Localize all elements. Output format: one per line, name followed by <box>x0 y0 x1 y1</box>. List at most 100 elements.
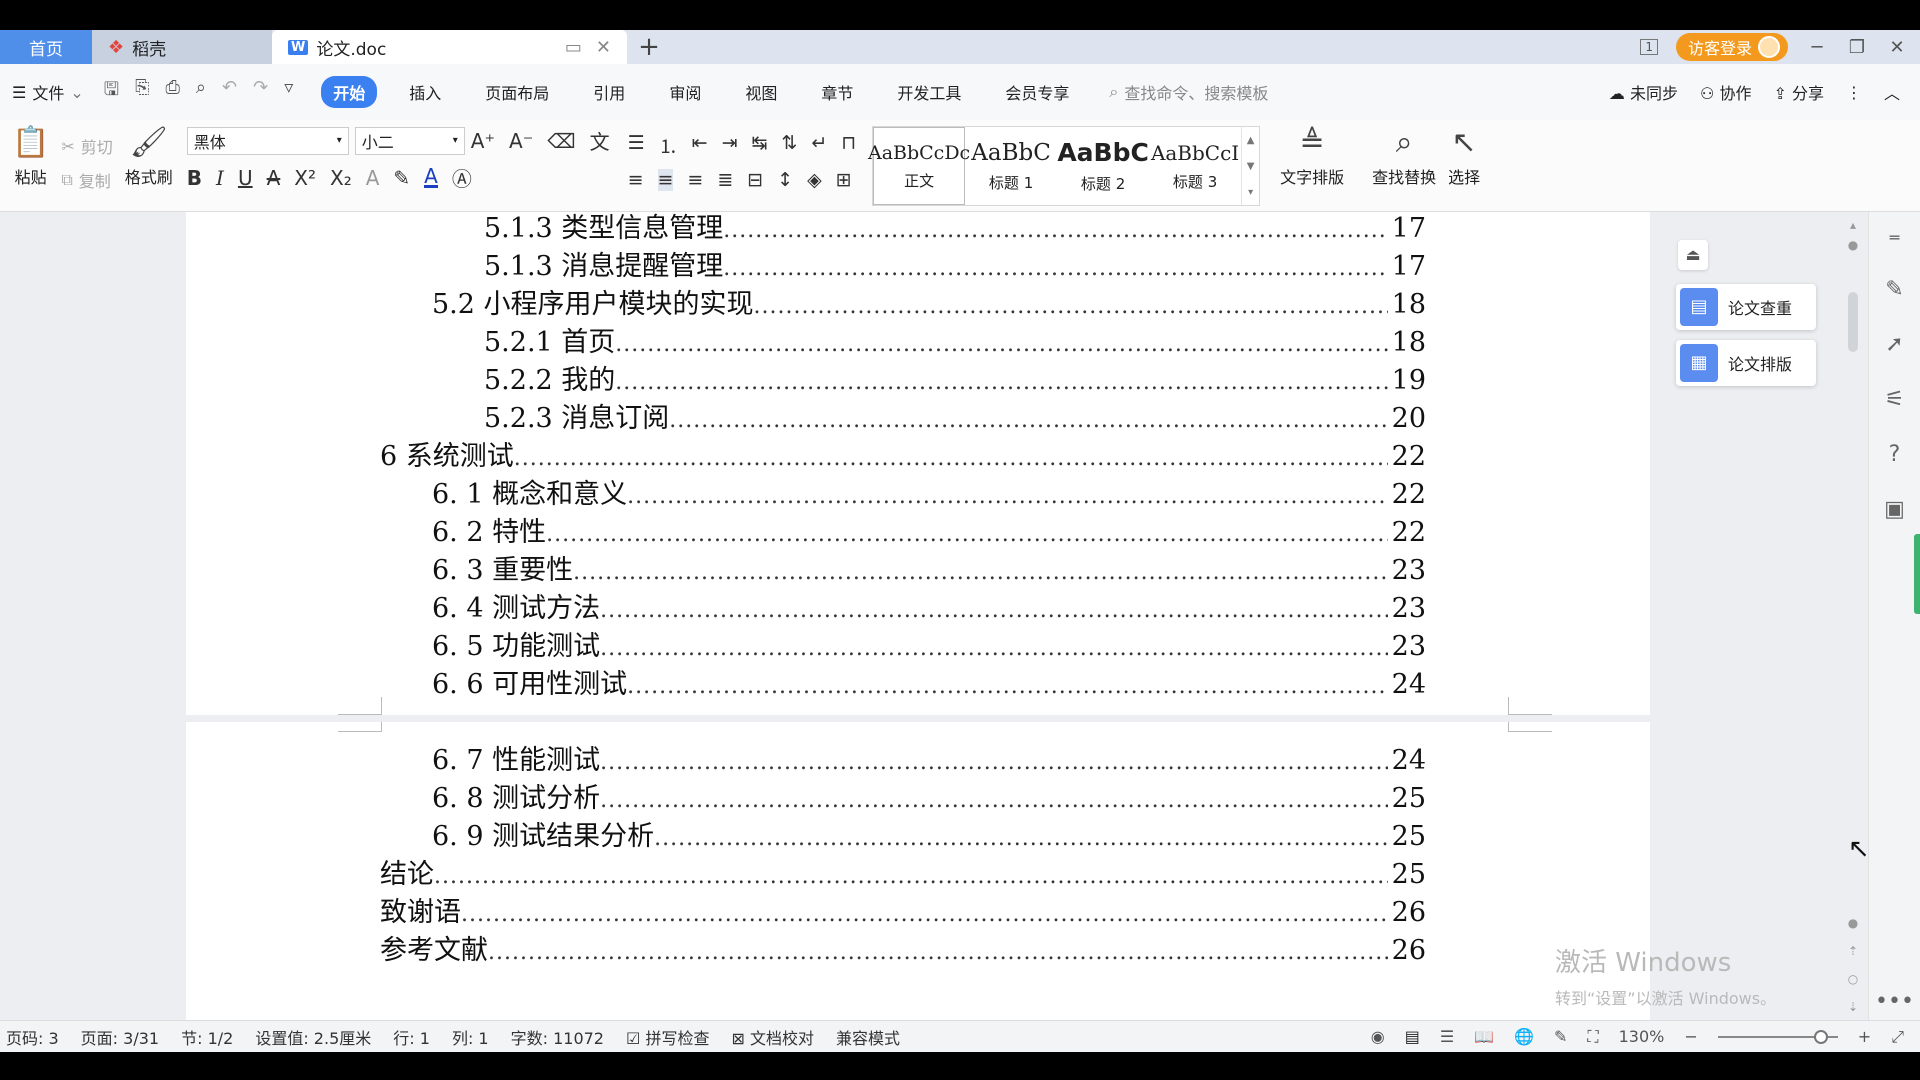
tab-developer[interactable]: 开发工具 <box>885 76 973 108</box>
reading-view-icon[interactable]: 📖 <box>1474 1027 1494 1046</box>
tab-member[interactable]: 会员专享 <box>993 76 1081 108</box>
font-size-select[interactable]: 小二 ▾ <box>354 126 465 155</box>
char-border-icon[interactable]: Ⓐ <box>452 163 472 192</box>
shading-icon[interactable]: ◈ <box>807 169 822 191</box>
cut-button[interactable]: ✂ 剪切 <box>61 134 112 158</box>
collapse-ribbon-icon[interactable]: ︿ <box>1884 80 1900 104</box>
align-center-icon[interactable]: ≡ <box>657 169 674 191</box>
tab-review[interactable]: 审阅 <box>657 76 713 108</box>
bullet-list-icon[interactable]: ☰ <box>628 132 645 159</box>
expand-icon[interactable]: ▾ <box>1248 187 1253 198</box>
fullscreen-icon[interactable]: ⤢ <box>1891 1027 1904 1047</box>
print-icon[interactable]: ⎙ <box>166 77 180 107</box>
grow-font-icon[interactable]: A⁺ <box>471 129 495 153</box>
tab-home[interactable]: 首页 <box>0 30 92 64</box>
collaborate-button[interactable]: ⚇ 协作 <box>1700 80 1751 104</box>
toc-entry[interactable]: 5.1.3 类型信息管理............................… <box>484 212 1426 245</box>
toc-entry[interactable]: 6. 1 概念和意义..............................… <box>432 472 1426 511</box>
toc-entry[interactable]: 5.2 小程序用户模块的实现..........................… <box>432 282 1426 321</box>
collapse-panel-button[interactable]: ⏏ <box>1678 240 1708 270</box>
chevron-up-icon[interactable]: ▲ <box>1247 135 1255 146</box>
write-mode-icon[interactable]: ✎ <box>1554 1027 1567 1046</box>
toc-entry[interactable]: 致谢语.....................................… <box>380 890 1426 929</box>
status-page[interactable]: 页面: 3/31 <box>81 1025 159 1049</box>
clear-format-icon[interactable]: ⌫ <box>547 129 575 153</box>
toc-entry[interactable]: 6. 6 可用性测试..............................… <box>432 662 1426 701</box>
export-icon[interactable]: ⎘ <box>135 77 149 107</box>
paragraph-mark-icon[interactable]: ↵ <box>811 132 827 159</box>
justify-icon[interactable]: ≣ <box>717 169 733 191</box>
zoom-slider-knob[interactable] <box>1813 1029 1828 1044</box>
text-direction-icon[interactable]: ↹ <box>751 132 767 159</box>
tab-references[interactable]: 引用 <box>581 76 637 108</box>
command-search[interactable]: ⌕ 查找命令、搜索模板 <box>1109 80 1268 104</box>
thesis-layout-button[interactable]: ▦ 论文排版 <box>1676 340 1816 386</box>
fit-page-icon[interactable]: ⛶ <box>1587 1027 1598 1047</box>
style-normal[interactable]: AaBbCcDc 正文 <box>868 127 970 205</box>
copy-button[interactable]: ⧉ 复制 <box>61 168 112 192</box>
style-heading-2[interactable]: AaBbC 标题 2 <box>1057 127 1149 205</box>
scrollbar-thumb[interactable] <box>1848 292 1858 352</box>
highlight-icon[interactable]: ✎ <box>393 166 410 190</box>
layout-icon[interactable]: 1 <box>1640 39 1658 55</box>
eye-protection-icon[interactable]: ◉ <box>1371 1027 1385 1046</box>
redo-icon[interactable]: ↷ <box>253 77 268 107</box>
tab-stop-icon[interactable]: ⊓ <box>841 132 856 159</box>
share-button[interactable]: ⇪ 分享 <box>1773 80 1824 104</box>
vertical-scrollbar[interactable]: ▴ ● ● ⇡ ○ ⇣ <box>1842 212 1864 1020</box>
doc-proof-button[interactable]: ⊠ 文档校对 <box>731 1025 814 1049</box>
outline-view-icon[interactable]: ☰ <box>1440 1027 1454 1046</box>
style-heading-1[interactable]: AaBbC 标题 1 <box>965 127 1057 205</box>
close-tab-icon[interactable]: ✕ <box>596 37 611 58</box>
toc-entry[interactable]: 6. 3 重要性................................… <box>432 548 1426 587</box>
scroll-down-icon[interactable]: ● <box>1848 916 1858 930</box>
paste-button[interactable]: 📋 粘贴 <box>12 126 49 211</box>
toc-entry[interactable]: 5.2.2 我的................................… <box>484 358 1426 397</box>
sort-icon[interactable]: ⇅ <box>781 132 797 159</box>
tab-page-layout[interactable]: 页面布局 <box>473 76 561 108</box>
underline-icon[interactable]: U <box>238 166 253 190</box>
web-view-icon[interactable]: 🌐 <box>1514 1027 1534 1046</box>
tab-start[interactable]: 开始 <box>321 76 378 108</box>
print-preview-icon[interactable]: ⌕ <box>196 77 206 107</box>
toc-entry[interactable]: 6. 5 功能测试...............................… <box>432 624 1426 663</box>
decrease-indent-icon[interactable]: ⇤ <box>692 132 708 159</box>
prev-page-icon[interactable]: ⇡ <box>1848 944 1858 958</box>
more-options-icon[interactable]: ••• <box>1875 989 1914 1014</box>
style-scroll[interactable]: ▲ ▼ ▾ <box>1241 127 1259 205</box>
sync-button[interactable]: ☁ 未同步 <box>1609 80 1678 104</box>
new-tab-button[interactable]: + <box>627 30 671 64</box>
page-view-icon[interactable]: ▤ <box>1405 1027 1420 1046</box>
toc-entry[interactable]: 参考文献....................................… <box>380 928 1426 967</box>
close-window-icon[interactable]: ✕ <box>1886 37 1908 58</box>
distributed-icon[interactable]: ⊟ <box>747 169 763 191</box>
zoom-in-icon[interactable]: + <box>1858 1027 1871 1046</box>
numbered-list-icon[interactable]: ⒈ <box>659 132 678 159</box>
zoom-out-icon[interactable]: − <box>1684 1027 1697 1046</box>
plagiarism-check-button[interactable]: ▤ 论文查重 <box>1676 284 1816 330</box>
phonetic-icon[interactable]: 文 <box>590 126 610 155</box>
toc-entry[interactable]: 6. 9 测试结果分析.............................… <box>432 814 1426 853</box>
tab-view[interactable]: 视图 <box>733 76 789 108</box>
superscript-icon[interactable]: X² <box>294 166 316 190</box>
chevron-down-icon[interactable]: ▼ <box>1247 161 1255 172</box>
scroll-top-icon[interactable]: ▴ <box>1850 218 1856 232</box>
text-layout-button[interactable]: ≜ 文字排版 <box>1280 126 1344 211</box>
menu-lines-icon[interactable]: ═ <box>1890 228 1900 247</box>
document-page[interactable]: 5.1.3 类型信息管理............................… <box>186 212 1650 715</box>
tab-insert[interactable]: 插入 <box>397 76 453 108</box>
toc-entry[interactable]: 6. 4 测试方法...............................… <box>432 586 1426 625</box>
help-icon[interactable]: ? <box>1889 442 1901 467</box>
tab-chapter[interactable]: 章节 <box>809 76 865 108</box>
select-browse-icon[interactable]: ○ <box>1848 972 1858 986</box>
subscript-icon[interactable]: X₂ <box>330 166 352 190</box>
guest-login-button[interactable]: 访客登录 <box>1675 33 1788 61</box>
align-right-icon[interactable]: ≡ <box>687 169 703 191</box>
window-icon[interactable]: ▭ <box>565 37 582 58</box>
zoom-level[interactable]: 130% <box>1619 1027 1665 1046</box>
format-painter-button[interactable]: 🖌 格式刷 <box>125 126 173 211</box>
document-page[interactable]: 6. 7 性能测试...............................… <box>186 722 1650 1020</box>
next-page-icon[interactable]: ⇣ <box>1848 1000 1858 1014</box>
save-icon[interactable]: 🖫 <box>104 77 119 107</box>
tab-daoke[interactable]: ❖ 稻壳 <box>92 30 272 64</box>
